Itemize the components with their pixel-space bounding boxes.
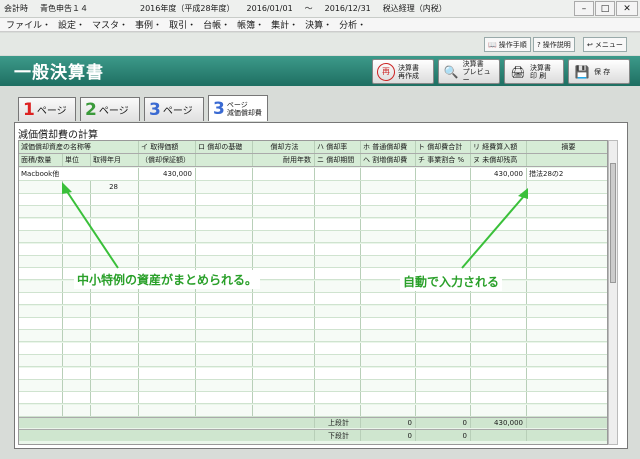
- callout-arrows: [62, 182, 528, 269]
- callout-right: 自動で入力される: [400, 272, 503, 291]
- callout-left: 中小特例の資産がまとめられる。: [74, 270, 261, 289]
